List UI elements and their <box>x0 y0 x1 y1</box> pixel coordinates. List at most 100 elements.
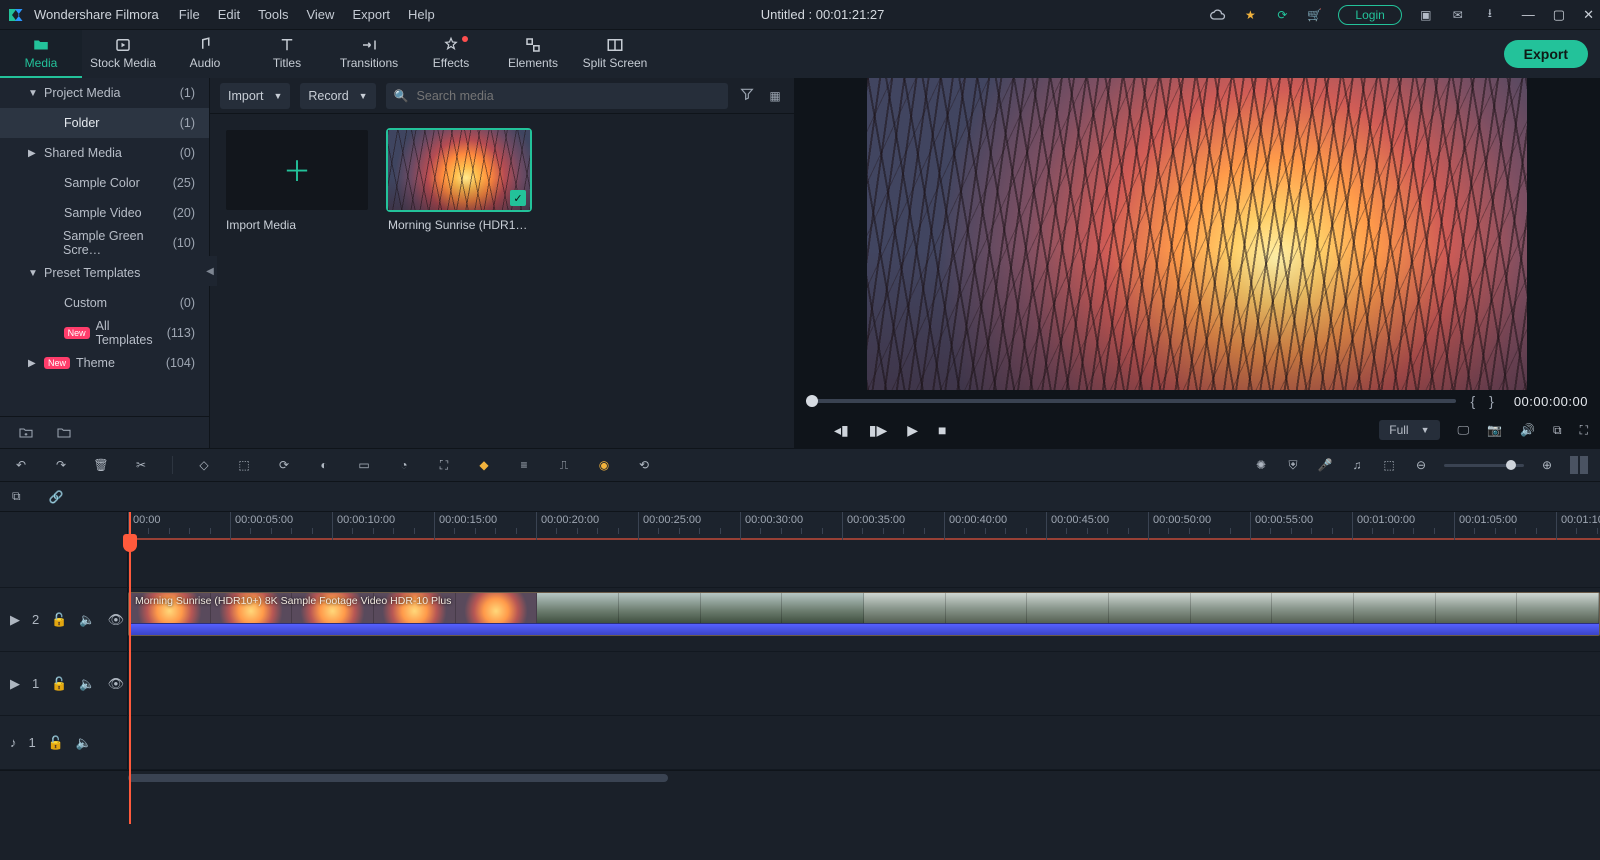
visibility-icon[interactable]: 👁 <box>108 612 125 628</box>
playhead-knob[interactable] <box>123 534 137 552</box>
lock-icon[interactable]: 🔓 <box>51 612 67 628</box>
play-forward-button[interactable]: ▶ <box>907 422 918 439</box>
search-input[interactable] <box>417 89 720 103</box>
voiceover-icon[interactable]: 🎤 <box>1316 458 1334 472</box>
tag-icon[interactable]: ◇ <box>195 458 213 472</box>
prev-frame-button[interactable]: ◂▮ <box>834 422 849 439</box>
refresh-icon[interactable]: ⟳ <box>1274 7 1290 23</box>
zoom-slider[interactable] <box>1444 464 1524 467</box>
crop-icon[interactable]: ⬚ <box>235 458 253 472</box>
window-minimize[interactable]: — <box>1522 7 1535 23</box>
grid-view-icon[interactable]: ▦ <box>766 89 784 103</box>
mute-icon[interactable]: 🔈 <box>76 735 92 751</box>
cut-button[interactable]: ✂ <box>132 458 150 472</box>
delete-button[interactable]: 🗑 <box>92 458 110 472</box>
quality-select[interactable]: Full▼ <box>1379 420 1439 440</box>
timeline-view-toggle[interactable] <box>1570 456 1588 474</box>
tab-stock-media[interactable]: Stock Media <box>82 30 164 78</box>
sidebar-item-folder[interactable]: Folder(1) <box>0 108 209 138</box>
sidebar-item-project-media[interactable]: ▼Project Media(1) <box>0 78 209 108</box>
tab-transitions[interactable]: Transitions <box>328 30 410 78</box>
timeline-horizontal-scrollbar[interactable] <box>0 770 1600 784</box>
sidebar-item-all-templates[interactable]: NewAll Templates(113) <box>0 318 209 348</box>
timeline-clip[interactable]: Morning Sunrise (HDR10+) 8K Sample Foota… <box>128 592 1600 636</box>
monitor-icon[interactable]: 🖵 <box>1458 423 1470 438</box>
keyframe-icon[interactable]: ◆ <box>475 458 493 472</box>
media-clip-card[interactable]: ✓ Morning Sunrise (HDR10… <box>388 130 530 232</box>
audio-sync-icon[interactable]: ◉ <box>595 458 613 472</box>
filter-icon[interactable] <box>738 86 756 105</box>
detect-icon[interactable]: ⛶ <box>435 458 453 473</box>
timeline-link-icon[interactable]: 🔗 <box>49 490 64 504</box>
lightbulb-icon[interactable]: ★ <box>1242 7 1258 23</box>
audio-mixer-icon[interactable]: ⎍ <box>555 458 573 473</box>
marker-list-icon[interactable]: ✺ <box>1252 458 1270 472</box>
tab-titles[interactable]: Titles <box>246 30 328 78</box>
export-button[interactable]: Export <box>1504 40 1588 68</box>
visibility-icon[interactable]: 👁 <box>108 676 125 692</box>
menu-edit[interactable]: Edit <box>218 7 240 22</box>
mark-in-icon[interactable]: { <box>1470 393 1475 409</box>
undo-button[interactable]: ↶ <box>12 458 30 472</box>
fullscreen-icon[interactable]: ⛶ <box>1580 423 1588 438</box>
adjust-icon[interactable]: ≡ <box>515 458 533 472</box>
scrollbar-thumb[interactable] <box>128 774 668 782</box>
import-media-card[interactable]: ＋ Import Media <box>226 130 368 232</box>
tab-audio[interactable]: Audio <box>164 30 246 78</box>
media-clip-thumb[interactable]: ✓ <box>388 130 530 210</box>
sidebar-item-sample-green-scre-[interactable]: Sample Green Scre…(10) <box>0 228 209 258</box>
message-icon[interactable]: ✉ <box>1450 7 1466 23</box>
menu-file[interactable]: File <box>179 7 200 22</box>
zoom-in-button[interactable]: ⊕ <box>1538 458 1556 472</box>
search-box[interactable]: 🔍 <box>386 83 728 109</box>
pip-icon[interactable]: ⧉ <box>1553 423 1562 438</box>
tab-elements[interactable]: Elements <box>492 30 574 78</box>
playhead[interactable] <box>129 512 131 824</box>
mute-icon[interactable]: 🔈 <box>79 612 95 628</box>
scrub-track[interactable] <box>806 399 1456 403</box>
scrub-handle[interactable] <box>806 395 818 407</box>
menu-export[interactable]: Export <box>352 7 390 22</box>
save-icon[interactable]: ▣ <box>1418 7 1434 23</box>
sidebar-item-theme[interactable]: ▶NewTheme(104) <box>0 348 209 378</box>
zoom-out-button[interactable]: ⊖ <box>1412 458 1430 472</box>
audio-panel-icon[interactable]: ♫ <box>1348 458 1366 472</box>
caption-icon[interactable]: ▭ <box>355 458 373 472</box>
volume-icon[interactable]: 🔊 <box>1520 423 1535 437</box>
timer-icon[interactable]: ◔ <box>395 458 413 472</box>
folder-icon[interactable] <box>56 425 72 441</box>
window-close[interactable]: ✕ <box>1583 7 1594 23</box>
speed-icon[interactable]: ⟳ <box>275 458 293 472</box>
mute-icon[interactable]: 🔈 <box>79 676 95 692</box>
menu-view[interactable]: View <box>306 7 334 22</box>
stop-button[interactable]: ■ <box>938 422 946 439</box>
lock-icon[interactable]: 🔓 <box>51 676 67 692</box>
redo-button[interactable]: ↷ <box>52 458 70 472</box>
video-track-1-content[interactable] <box>128 652 1600 715</box>
zoom-handle[interactable] <box>1506 460 1516 470</box>
cart-icon[interactable]: 🛒 <box>1306 7 1322 23</box>
lock-icon[interactable]: 🔓 <box>48 735 64 751</box>
sidebar-item-sample-color[interactable]: Sample Color(25) <box>0 168 209 198</box>
sidebar-item-shared-media[interactable]: ▶Shared Media(0) <box>0 138 209 168</box>
shield-icon[interactable]: ⛨ <box>1284 458 1302 473</box>
color-icon[interactable]: ◐ <box>315 458 333 472</box>
tab-split-screen[interactable]: Split Screen <box>574 30 656 78</box>
timeline-layers-icon[interactable]: ⧉ <box>12 489 21 504</box>
import-dropdown[interactable]: Import▼ <box>220 83 290 109</box>
new-folder-icon[interactable] <box>18 425 34 441</box>
snapshot-icon[interactable]: 📷 <box>1487 423 1502 437</box>
expand-icon[interactable]: ⬚ <box>1380 458 1398 472</box>
preview-canvas[interactable] <box>867 78 1527 390</box>
record-dropdown[interactable]: Record▼ <box>300 83 375 109</box>
menu-tools[interactable]: Tools <box>258 7 288 22</box>
sidebar-item-custom[interactable]: Custom(0) <box>0 288 209 318</box>
sidebar-collapse-handle[interactable]: ◀ <box>203 256 217 286</box>
mark-out-icon[interactable]: } <box>1489 393 1494 409</box>
window-maximize[interactable]: ▢ <box>1553 7 1565 23</box>
play-button[interactable]: ▮▶ <box>869 422 887 439</box>
login-button[interactable]: Login <box>1338 5 1401 25</box>
menu-help[interactable]: Help <box>408 7 435 22</box>
cloud-icon[interactable] <box>1210 7 1226 23</box>
video-track-2-content[interactable]: Morning Sunrise (HDR10+) 8K Sample Foota… <box>128 588 1600 651</box>
